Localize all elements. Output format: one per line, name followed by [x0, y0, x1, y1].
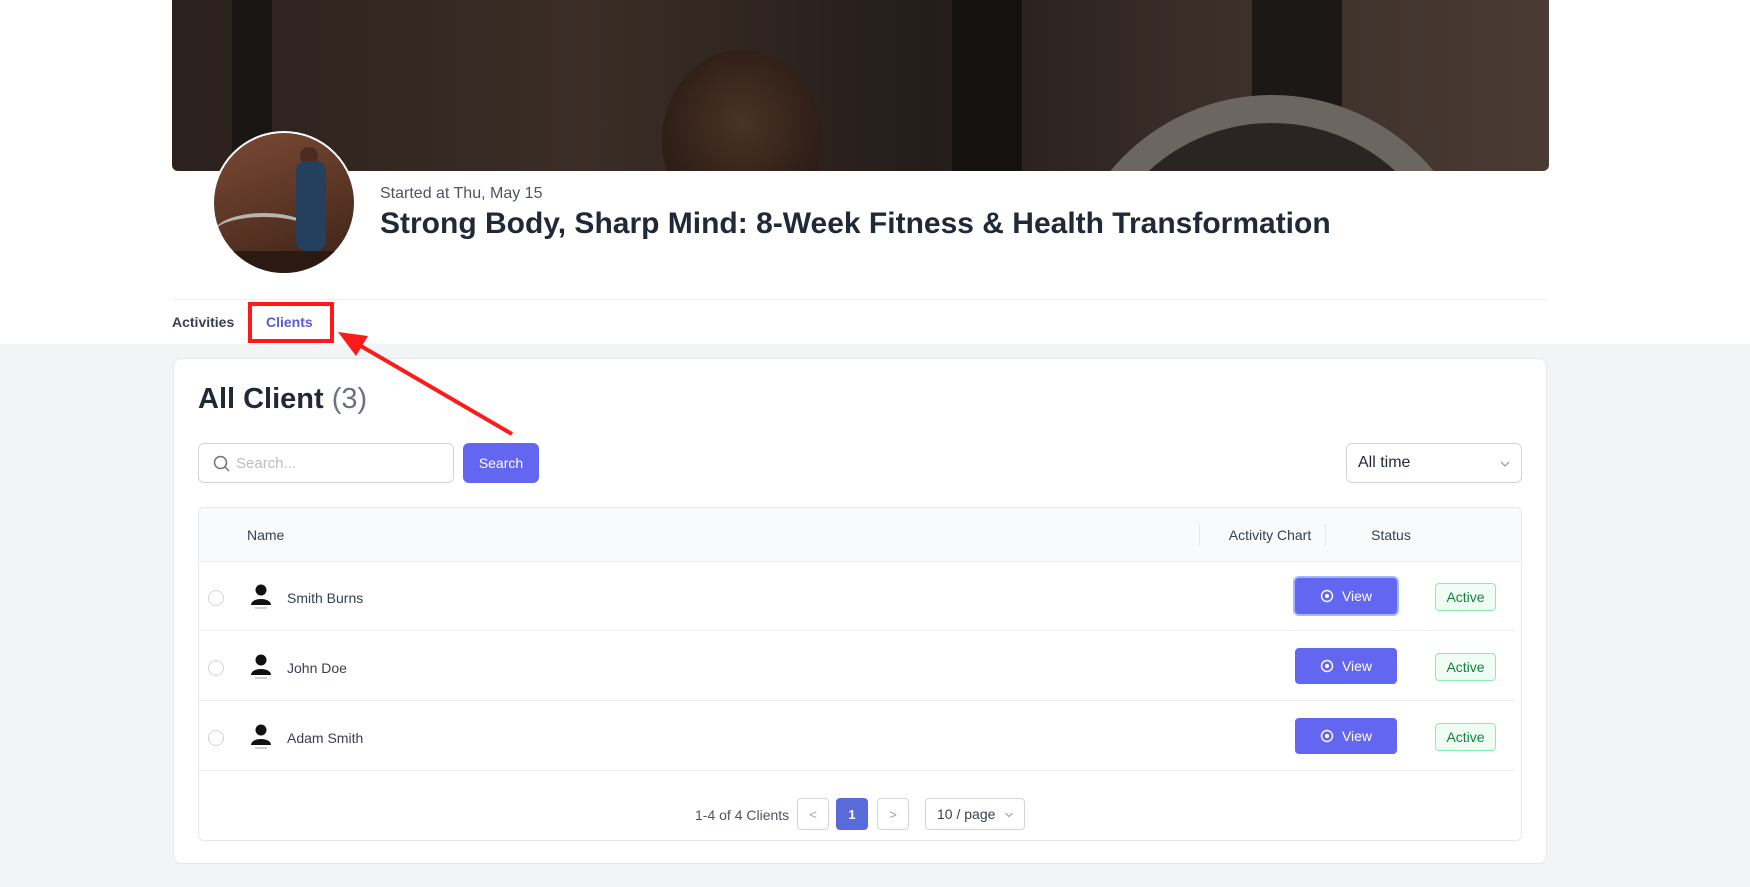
page-1-button[interactable]: 1	[836, 798, 868, 830]
cover-banner-image	[172, 0, 1549, 171]
prev-page-button[interactable]: <	[797, 798, 829, 830]
clients-count: (3)	[331, 383, 368, 415]
pagination: 1-4 of 4 Clients < 1 > 10 / page	[199, 798, 1521, 830]
search-button[interactable]: Search	[463, 443, 539, 483]
column-status: Status	[1371, 527, 1411, 543]
table-header: Name Activity Chart Status	[199, 508, 1521, 562]
start-date: Started at Thu, May 15	[380, 185, 543, 202]
clients-card: All Client (3) Search All time Name Acti…	[173, 358, 1547, 864]
time-filter-value: All time	[1358, 454, 1411, 471]
eye-circle-icon	[1320, 729, 1334, 743]
view-activity-button[interactable]: View	[1295, 718, 1397, 754]
next-page-button[interactable]: >	[877, 798, 909, 830]
tabs-divider	[172, 299, 1549, 300]
annotation-highlight-box	[248, 302, 334, 343]
page-title: Strong Body, Sharp Mind: 8-Week Fitness …	[380, 207, 1331, 240]
status-badge: Active	[1435, 583, 1496, 611]
user-icon	[251, 584, 271, 609]
table-row: John Doe View Active	[199, 632, 1515, 701]
chevron-down-icon	[1500, 461, 1510, 467]
user-icon	[251, 724, 271, 749]
client-name[interactable]: John Doe	[287, 660, 347, 676]
client-name[interactable]: Adam Smith	[287, 730, 363, 746]
view-activity-button[interactable]: View	[1295, 578, 1397, 614]
row-select-radio[interactable]	[208, 730, 224, 746]
clients-title-text: All Client	[198, 383, 324, 415]
view-button-label: View	[1341, 728, 1373, 744]
search-input[interactable]	[236, 454, 436, 472]
user-icon	[251, 654, 271, 679]
search-field[interactable]	[198, 443, 454, 483]
pagination-total: 1-4 of 4 Clients	[695, 807, 790, 823]
chevron-down-icon	[1005, 812, 1013, 818]
table-row: Smith Burns View Active	[199, 562, 1515, 631]
row-select-radio[interactable]	[208, 590, 224, 606]
view-button-label: View	[1341, 588, 1373, 604]
column-name: Name	[247, 527, 285, 543]
search-icon	[213, 455, 230, 472]
view-activity-button[interactable]: View	[1295, 648, 1397, 684]
page-size-select[interactable]: 10 / page	[925, 798, 1025, 830]
status-badge: Active	[1435, 653, 1496, 681]
row-select-radio[interactable]	[208, 660, 224, 676]
view-button-label: View	[1341, 658, 1373, 674]
clients-title: All Client (3)	[198, 383, 367, 416]
course-header: Started at Thu, May 15 Strong Body, Shar…	[0, 0, 1750, 344]
tab-activities[interactable]: Activities	[172, 314, 234, 330]
page-size-value: 10 / page	[937, 806, 996, 822]
eye-circle-icon	[1320, 589, 1334, 603]
clients-table: Name Activity Chart Status Smith Burns V…	[198, 507, 1522, 841]
eye-circle-icon	[1320, 659, 1334, 673]
time-filter-select[interactable]: All time	[1346, 443, 1522, 483]
status-badge: Active	[1435, 723, 1496, 751]
course-avatar-image	[212, 131, 356, 275]
client-name[interactable]: Smith Burns	[287, 590, 363, 606]
table-row: Adam Smith View Active	[199, 702, 1515, 771]
